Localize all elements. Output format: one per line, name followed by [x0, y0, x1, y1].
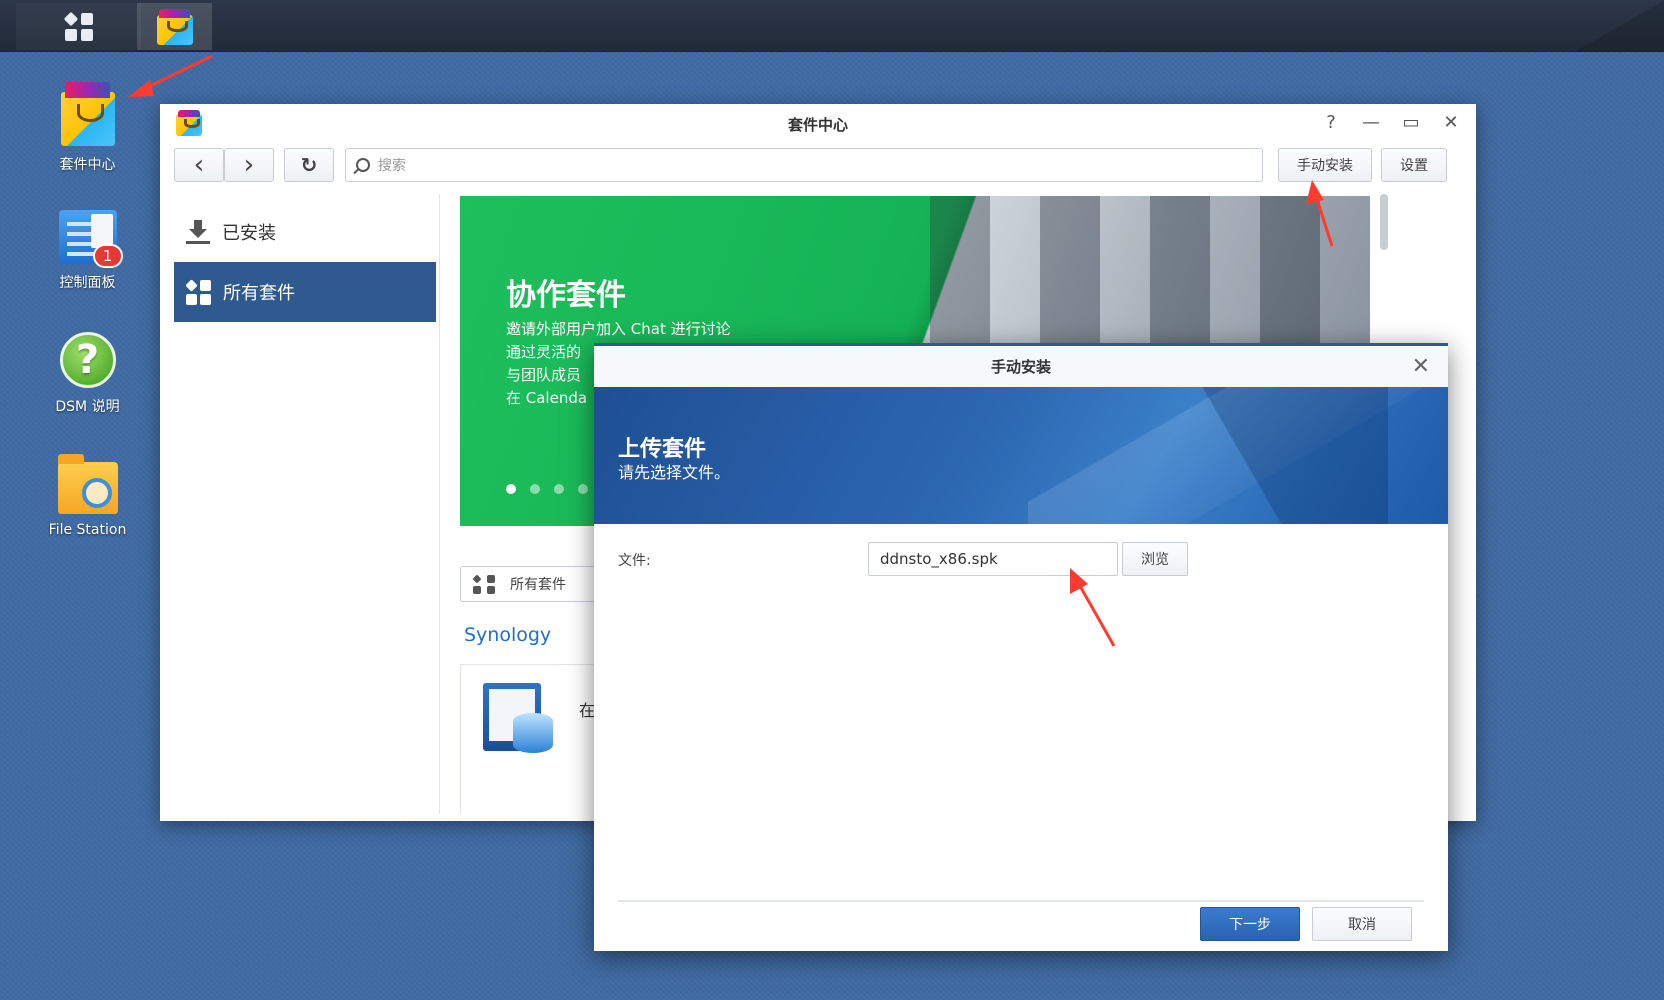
- search-icon: [356, 158, 370, 172]
- settings-button[interactable]: 设置: [1381, 148, 1447, 182]
- search-placeholder: 搜索: [378, 158, 406, 174]
- minimize-icon[interactable]: —: [1360, 112, 1382, 133]
- sidebar: 已安装 所有套件: [174, 194, 440, 814]
- carousel-dot[interactable]: [554, 484, 564, 494]
- close-icon[interactable]: ✕: [1412, 354, 1430, 379]
- carousel-dots: [506, 484, 588, 494]
- carousel-dot[interactable]: [578, 484, 588, 494]
- folder-search-icon: [57, 454, 118, 514]
- main-menu-button[interactable]: [16, 3, 141, 50]
- taskbar-corner: [1574, 0, 1664, 52]
- apps-grid-icon: [472, 573, 498, 594]
- dialog-body: 文件: ddnsto_x86.spk 浏览: [594, 524, 1448, 944]
- desktop-icon-label: 控制面板: [59, 275, 116, 291]
- forward-button[interactable]: ›: [224, 148, 274, 182]
- taskbar: [0, 0, 1664, 52]
- grid-icon: [63, 11, 93, 41]
- section-title: Synology: [464, 624, 552, 646]
- window-controls: ? — ▭ ✕: [1320, 112, 1462, 133]
- manual-install-button[interactable]: 手动安装: [1278, 148, 1372, 182]
- back-button[interactable]: ‹: [174, 148, 224, 182]
- carousel-dot[interactable]: [530, 484, 540, 494]
- notification-badge: 1: [92, 244, 123, 268]
- sidebar-item-label: 已安装: [222, 223, 276, 244]
- search-input[interactable]: 搜索: [345, 148, 1263, 182]
- next-button[interactable]: 下一步: [1200, 907, 1300, 941]
- desktop-icon-file-station[interactable]: File Station: [30, 454, 145, 538]
- dialog-subheading: 请先选择文件。: [618, 463, 731, 482]
- package-bag-icon: [156, 9, 193, 45]
- cancel-button[interactable]: 取消: [1312, 907, 1412, 941]
- file-path-input[interactable]: ddnsto_x86.spk: [868, 542, 1118, 576]
- apps-grid-icon: [185, 278, 211, 305]
- maximize-icon[interactable]: ▭: [1400, 112, 1422, 133]
- refresh-icon: ↻: [300, 153, 318, 177]
- desktop-icon-dsm-help[interactable]: ? DSM 说明: [30, 332, 145, 416]
- scrollbar[interactable]: [1380, 194, 1388, 250]
- file-label: 文件:: [618, 553, 651, 569]
- dialog-title-bar: 手动安装 ✕: [594, 346, 1448, 387]
- banner-title: 协作套件: [506, 278, 626, 313]
- sidebar-item-installed[interactable]: 已安装: [174, 202, 436, 262]
- manual-install-dialog: 手动安装 ✕ 上传套件 请先选择文件。 文件: ddnsto_x86.spk 浏…: [594, 343, 1448, 951]
- dialog-footer: 下一步 取消: [594, 899, 1448, 951]
- help-icon: ?: [59, 332, 116, 388]
- browse-button[interactable]: 浏览: [1122, 542, 1188, 576]
- refresh-button[interactable]: ↻: [284, 148, 334, 182]
- filter-label: 所有套件: [510, 577, 566, 593]
- close-icon[interactable]: ✕: [1440, 112, 1462, 133]
- desktop-icon-label: DSM 说明: [55, 399, 120, 415]
- taskbar-package-center-button[interactable]: [137, 3, 212, 50]
- dialog-title: 手动安装: [990, 358, 1051, 376]
- desktop-icon-label: 套件中心: [59, 157, 116, 173]
- package-bag-icon: [60, 82, 115, 146]
- toolbar: ‹ › ↻ 搜索 手动安装 设置: [174, 148, 1462, 184]
- sidebar-item-all-packages[interactable]: 所有套件: [174, 262, 436, 322]
- package-name: 在: [579, 701, 596, 720]
- desktop-icon-control-panel[interactable]: 1 控制面板: [30, 210, 145, 292]
- banner-line: 邀请外部用户加入 Chat 进行讨论: [506, 320, 731, 338]
- carousel-dot[interactable]: [506, 484, 516, 494]
- desktop-icon-package-center[interactable]: 套件中心: [30, 82, 145, 174]
- chevron-right-icon: ›: [243, 150, 255, 180]
- window-title: 套件中心: [787, 115, 848, 134]
- desktop-icon-label: File Station: [48, 522, 127, 538]
- storage-analyzer-icon: [483, 683, 553, 753]
- download-icon: [186, 220, 210, 244]
- sidebar-item-label: 所有套件: [223, 283, 295, 304]
- dialog-header: 上传套件 请先选择文件。: [594, 387, 1448, 524]
- control-panel-icon: 1: [58, 210, 123, 268]
- help-icon[interactable]: ?: [1320, 112, 1342, 133]
- chevron-left-icon: ‹: [193, 150, 205, 180]
